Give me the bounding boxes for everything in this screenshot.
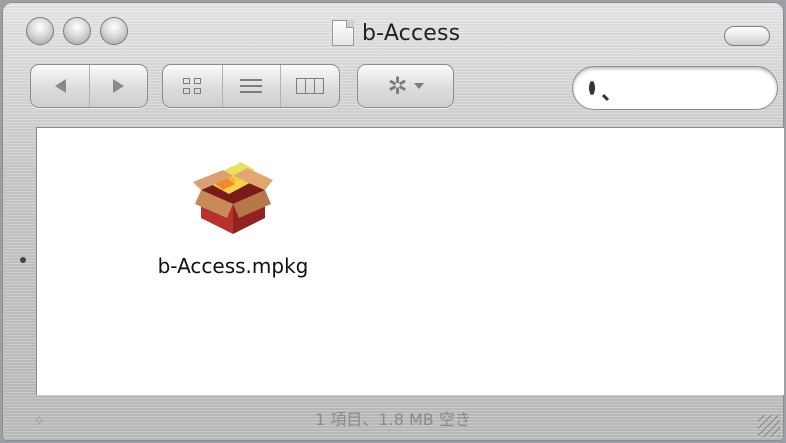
forward-button[interactable]: [89, 65, 147, 107]
icon-view-button[interactable]: [163, 65, 222, 107]
resize-handle[interactable]: [758, 415, 780, 437]
icon-view-icon: [183, 78, 202, 94]
document-icon: [332, 20, 354, 46]
chevron-down-icon: [413, 83, 424, 89]
finder-window: b-Access ✲ b-Access.mpkg ⟡ 1 項目、1.8 MB 空…: [2, 2, 784, 441]
status-bar: ⟡ 1 項目、1.8 MB 空き: [2, 395, 784, 441]
gear-icon: ✲: [387, 72, 408, 100]
navigation-buttons: [30, 64, 148, 108]
back-button[interactable]: [31, 65, 89, 107]
window-controls: [26, 17, 128, 45]
toolbar-toggle-button[interactable]: [724, 26, 770, 46]
minimize-button[interactable]: [63, 17, 91, 45]
search-field[interactable]: [572, 66, 781, 110]
package-icon: [193, 162, 273, 234]
column-view-icon: [296, 78, 325, 94]
status-text: 1 項目、1.8 MB 空き: [315, 410, 471, 429]
column-view-button[interactable]: [280, 65, 339, 107]
back-arrow-icon: [54, 79, 66, 93]
file-item[interactable]: b-Access.mpkg: [133, 152, 333, 278]
search-icon: [589, 81, 595, 95]
sidebar-handle[interactable]: [20, 257, 26, 263]
zoom-button[interactable]: [100, 17, 128, 45]
window-title: b-Access: [362, 20, 461, 46]
action-button[interactable]: ✲: [357, 64, 454, 108]
title-bar: b-Access: [332, 20, 460, 46]
forward-arrow-icon: [113, 79, 124, 93]
close-button[interactable]: [26, 17, 54, 45]
file-name: b-Access.mpkg: [157, 254, 309, 278]
search-input[interactable]: [603, 79, 781, 97]
sidebar-toggle-icon[interactable]: ⟡: [34, 410, 45, 430]
list-view-icon: [240, 79, 263, 93]
list-view-button[interactable]: [221, 65, 281, 107]
view-buttons: [162, 64, 340, 108]
file-browser: b-Access.mpkg: [36, 127, 784, 395]
